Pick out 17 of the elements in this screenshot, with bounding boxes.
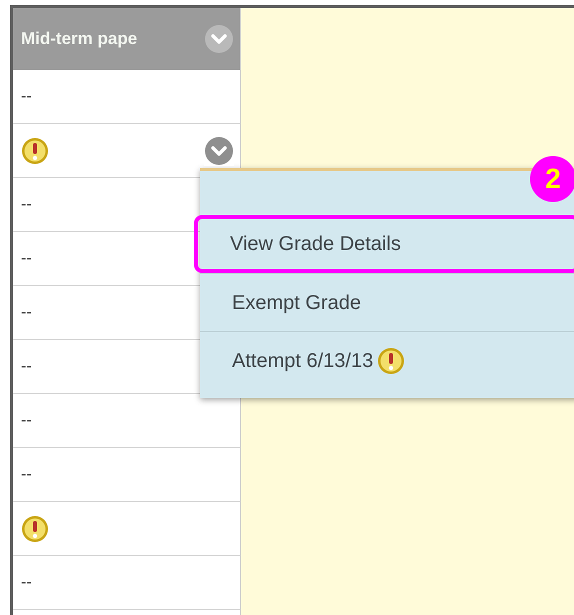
grade-text: -- (21, 356, 32, 376)
menu-item[interactable]: View Grade Details (194, 215, 574, 273)
exclamation-icon (377, 346, 406, 374)
exclamation-icon (21, 136, 49, 164)
menu-item[interactable]: Attempt 6/13/13 (200, 331, 574, 389)
grade-text: -- (21, 86, 32, 106)
grade-text: -- (21, 194, 32, 214)
exclamation-icon (21, 514, 49, 542)
chevron-down-icon[interactable] (204, 24, 234, 54)
menu-item[interactable]: Exempt Grade (200, 273, 574, 331)
grade-text: -- (21, 572, 32, 592)
grade-text: -- (21, 302, 32, 322)
grade-text: -- (21, 464, 32, 484)
chevron-down-icon[interactable] (204, 136, 234, 166)
grade-text: -- (21, 248, 32, 268)
column-title: Mid-term pape (21, 28, 138, 50)
grade-text: -- (21, 410, 32, 430)
